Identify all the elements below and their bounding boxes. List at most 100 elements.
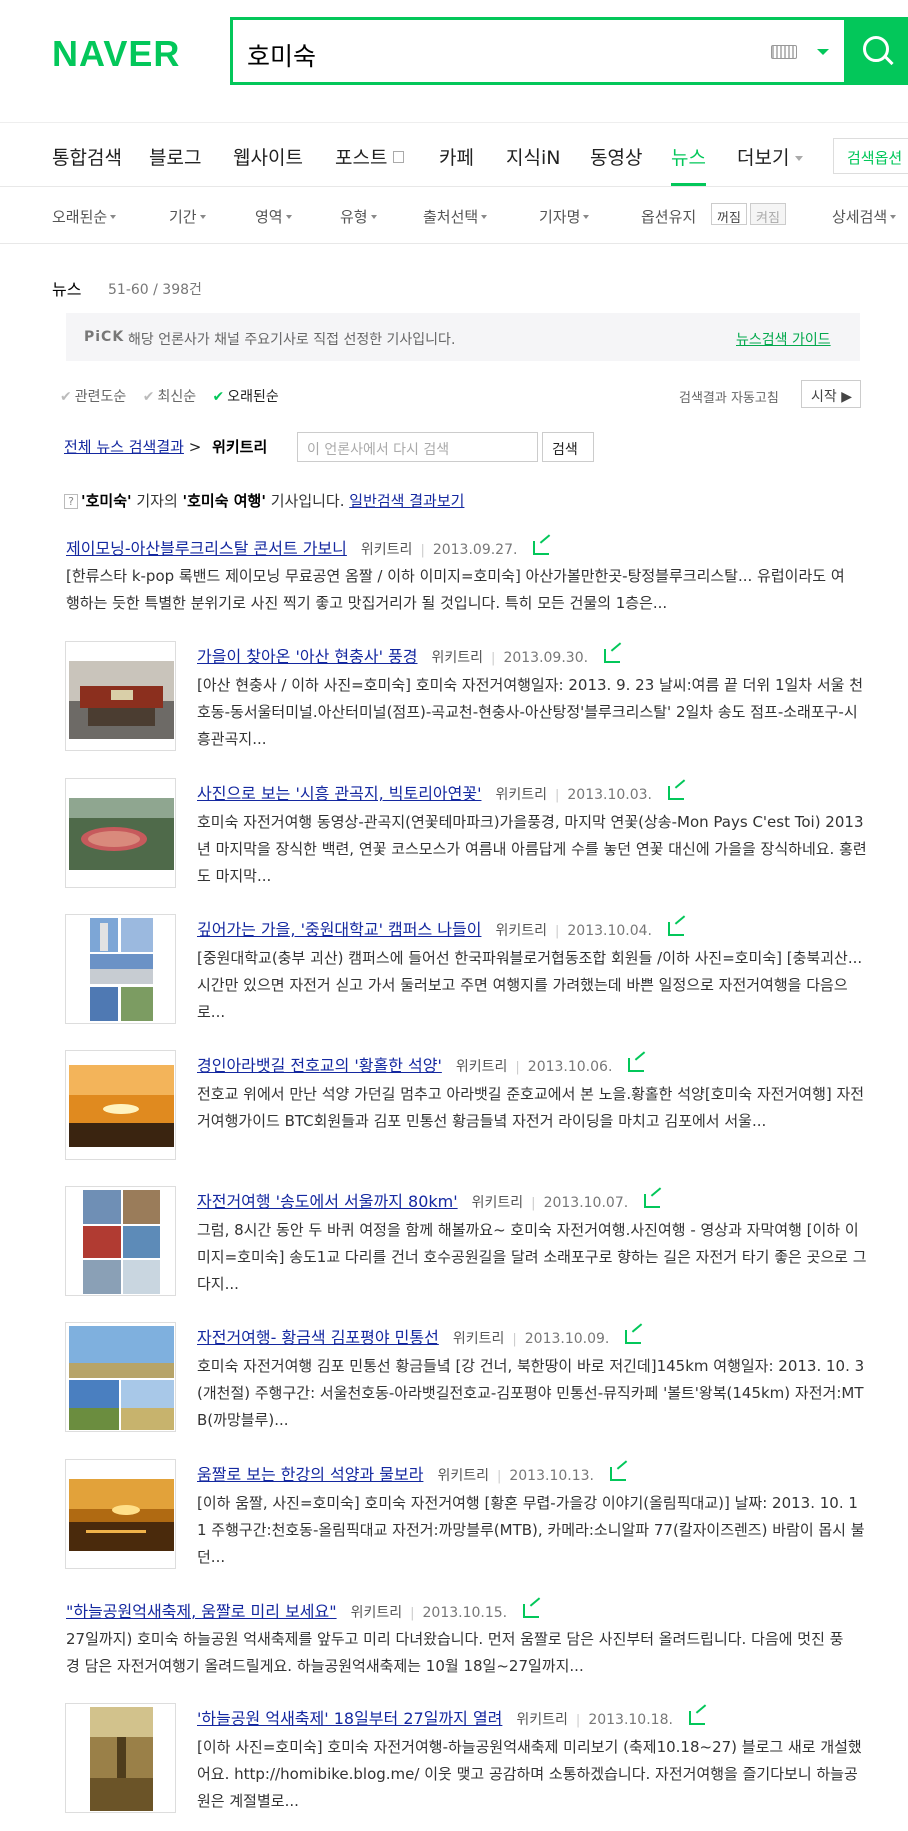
news-title[interactable]: '하늘공원 억새축제' 18일부터 27일까지 열려 [197,1709,502,1728]
news-press[interactable]: 위키트리 [361,542,413,558]
news-title[interactable]: 깊어가는 가을, '중원대학교' 캠퍼스 나들이 [197,920,481,939]
news-press[interactable]: 위키트리 [495,923,547,939]
news-thumbnail[interactable] [65,778,176,888]
news-press[interactable]: 위키트리 [456,1059,508,1075]
tab-post[interactable]: 포스트 [335,143,405,170]
separator: | [496,1469,502,1484]
share-icon[interactable] [628,1058,645,1072]
detail-search-label: 상세검색 [832,208,888,226]
tab-cafe[interactable]: 카페 [439,143,474,170]
tab-news[interactable]: 뉴스 [671,143,706,186]
news-title[interactable]: 움짤로 보는 한강의 석양과 물보라 [197,1465,423,1484]
filter-sort-label: 오래된순 [52,208,108,226]
separator: | [420,543,425,558]
news-title[interactable]: "하늘공원억새축제, 움짤로 미리 보세요" [66,1602,337,1621]
breadcrumb: 전체 뉴스 검색결과 > 위키트리 [64,436,267,457]
tab-more-label: 더보기 [737,147,790,169]
filter-area[interactable]: 영역 [255,206,292,227]
search-input[interactable]: 호미숙 [230,17,844,85]
sort-relevance[interactable]: ✔ 관련도순 [60,386,126,406]
news-date: 2013.09.27. [432,542,518,558]
sort-oldest[interactable]: ✔ 오래된순 [213,386,279,406]
news-title[interactable]: 자전거여행 '송도에서 서울까지 80km' [197,1192,458,1211]
news-press[interactable]: 위키트리 [351,1605,403,1621]
tab-integrated[interactable]: 통합검색 [52,143,122,170]
share-icon[interactable] [688,1711,705,1725]
news-thumbnail[interactable] [65,914,176,1024]
naver-logo[interactable]: NAVER [52,33,180,75]
detail-search[interactable]: 상세검색 [832,206,897,227]
reporter-notice: ? '호미숙' 기자의 '호미숙 여행' 기사입니다. 일반검색 결과보기 [64,490,464,511]
news-date: 2013.10.06. [527,1059,613,1075]
search-query-text[interactable]: 호미숙 [247,37,316,73]
share-icon[interactable] [604,649,621,663]
news-thumbnail[interactable] [65,1322,176,1432]
chevron-down-icon [583,215,590,219]
thumbnail-image [66,1704,175,1812]
start-button-label: 시작 [811,389,837,405]
sort-latest[interactable]: ✔ 최신순 [143,386,196,406]
filter-area-label: 영역 [255,208,283,226]
news-thumbnail[interactable] [65,1703,176,1813]
sort-options: ✔ 관련도순 ✔ 최신순 ✔ 오래된순 [60,386,291,406]
option-keep-on[interactable]: 켜짐 [750,203,786,226]
start-button[interactable]: 시작 ▶ [801,380,861,408]
share-icon[interactable] [625,1330,642,1344]
news-thumbnail[interactable] [65,1186,176,1296]
news-press[interactable]: 위키트리 [432,650,484,666]
share-icon[interactable] [609,1467,626,1481]
filter-period[interactable]: 기간 [169,206,206,227]
news-press[interactable]: 위키트리 [437,1468,489,1484]
news-title-line: 움짤로 보는 한강의 석양과 물보라 위키트리 | 2013.10.13. [197,1461,626,1485]
header: NAVER 호미숙 [0,0,908,120]
tab-website[interactable]: 웹사이트 [233,143,303,170]
thumbnail-image [66,915,175,1023]
news-press[interactable]: 위키트리 [472,1195,524,1211]
news-thumbnail[interactable] [65,1459,176,1569]
sort-latest-label: 최신순 [157,389,197,405]
filter-source[interactable]: 출처선택 [423,206,488,227]
separator: | [515,1060,520,1075]
filter-sort[interactable]: 오래된순 [52,206,117,227]
share-icon[interactable] [523,1604,540,1618]
news-date: 2013.10.15. [422,1605,508,1621]
search-options-button[interactable]: 검색옵션 [833,138,908,174]
breadcrumb-all-news[interactable]: 전체 뉴스 검색결과 [64,438,184,456]
filter-type[interactable]: 유형 [340,206,377,227]
news-date: 2013.10.03. [567,787,652,803]
news-title[interactable]: 경인아라뱃길 전호교의 '황홀한 석양' [197,1056,442,1075]
share-icon[interactable] [533,541,550,555]
keyboard-icon[interactable] [771,45,797,59]
general-search-link[interactable]: 일반검색 결과보기 [349,492,464,510]
tab-video[interactable]: 동영상 [590,143,642,170]
option-keep-off[interactable]: 꺼짐 [711,203,747,226]
share-icon[interactable] [644,1194,661,1208]
news-press[interactable]: 위키트리 [453,1331,505,1347]
auto-correct-label: 검색결과 자동고침 [679,391,779,406]
tab-more[interactable]: 더보기 [737,143,804,170]
press-search-input[interactable]: 이 언론사에서 다시 검색 [297,432,538,462]
news-title[interactable]: 자전거여행- 황금색 김포평야 민통선 [197,1328,439,1347]
filter-reporter[interactable]: 기자명 [539,206,590,227]
news-title-line: 자전거여행 '송도에서 서울까지 80km' 위키트리 | 2013.10.07. [197,1188,661,1212]
news-thumbnail[interactable] [65,641,176,751]
press-search-button[interactable]: 검색 [542,432,594,462]
check-icon: ✔ [142,389,155,405]
share-icon[interactable] [668,922,684,936]
news-thumbnail[interactable] [65,1050,176,1160]
help-icon[interactable]: ? [64,494,78,509]
tab-blog[interactable]: 블로그 [149,143,201,170]
news-date: 2013.10.09. [524,1331,610,1347]
chevron-down-icon [370,215,377,219]
news-guide-link[interactable]: 뉴스검색 가이드 [736,329,831,349]
share-icon[interactable] [668,786,684,800]
news-press[interactable]: 위키트리 [516,1712,568,1728]
tab-kin[interactable]: 지식iN [506,143,560,170]
news-title[interactable]: 사진으로 보는 '시흥 관곡지, 빅토리아연꽃' [197,784,481,803]
news-press[interactable]: 위키트리 [495,787,547,803]
chevron-down-icon[interactable] [817,49,829,55]
news-title[interactable]: 가을이 찾아온 '아산 현충사' 풍경 [197,647,418,666]
search-button[interactable] [844,17,908,85]
news-desc: 전호교 위에서 만난 석양 가던길 멈추고 아라뱃길 준호교에서 본 노을.황홀… [197,1085,865,1130]
news-title[interactable]: 제이모닝-아산블루크리스탈 콘서트 가보니 [66,539,347,558]
